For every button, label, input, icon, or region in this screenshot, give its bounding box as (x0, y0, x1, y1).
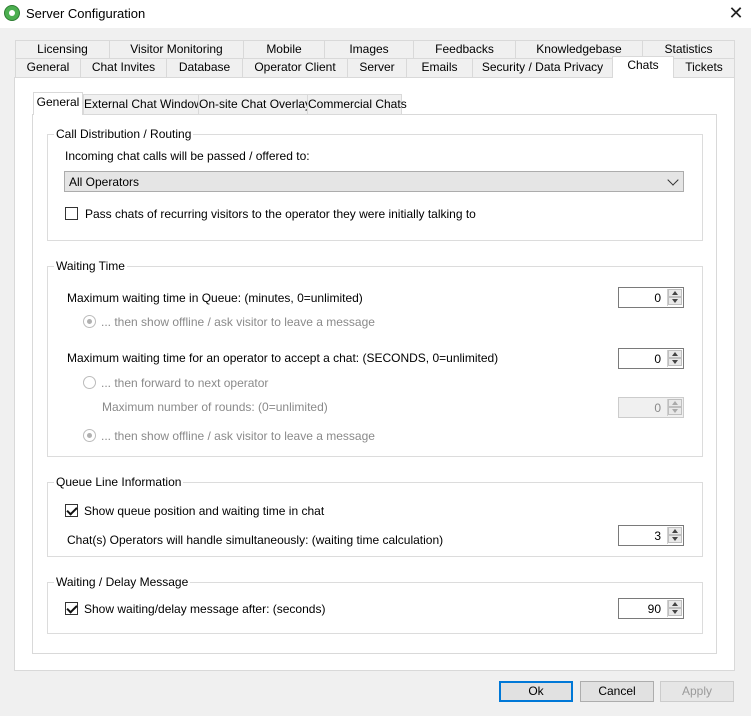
tab-feedbacks[interactable]: Feedbacks (413, 40, 516, 59)
tab-tickets[interactable]: Tickets (673, 58, 735, 77)
app-gear-icon (4, 5, 20, 21)
stepper-down-icon[interactable] (668, 535, 682, 543)
max-rounds-value: 0 (654, 401, 661, 415)
tab-general[interactable]: General (15, 58, 81, 77)
max-queue-time-label: Maximum waiting time in Queue: (minutes,… (67, 291, 363, 305)
stepper-up-icon[interactable] (668, 289, 682, 297)
tab-server[interactable]: Server (347, 58, 407, 77)
stepper-up-icon[interactable] (668, 350, 682, 358)
forward-operator-radio[interactable] (83, 376, 96, 389)
tab-mobile[interactable]: Mobile (243, 40, 325, 59)
show-queue-position-label: Show queue position and waiting time in … (84, 504, 325, 518)
tab-visitor-monitoring[interactable]: Visitor Monitoring (109, 40, 244, 59)
stepper-down-icon[interactable] (668, 297, 682, 305)
queue-offline-label: ... then show offline / ask visitor to l… (101, 315, 375, 329)
simultaneous-chats-value: 3 (654, 529, 661, 543)
accept-offline-radio[interactable] (83, 429, 96, 442)
title-bar: Server Configuration ✕ (0, 0, 751, 28)
call-distribution-title: Call Distribution / Routing (54, 127, 194, 141)
chevron-down-icon (667, 174, 679, 186)
accept-offline-label: ... then show offline / ask visitor to l… (101, 429, 375, 443)
ok-button[interactable]: Ok (499, 681, 573, 702)
tab-security-data-privacy[interactable]: Security / Data Privacy (472, 58, 613, 77)
simultaneous-chats-label: Chat(s) Operators will handle simultaneo… (67, 533, 444, 547)
forward-operator-label: ... then forward to next operator (101, 376, 269, 390)
tab-chat-invites[interactable]: Chat Invites (80, 58, 167, 77)
delay-seconds-value: 90 (647, 602, 661, 616)
queue-offline-radio[interactable] (83, 315, 96, 328)
max-rounds-stepper[interactable]: 0 (618, 397, 684, 418)
waiting-time-title: Waiting Time (54, 259, 127, 273)
inner-tab-general[interactable]: General (33, 92, 83, 115)
show-delay-message-label: Show waiting/delay message after: (secon… (84, 602, 326, 616)
simultaneous-chats-stepper[interactable]: 3 (618, 525, 684, 546)
tab-chats[interactable]: Chats (612, 56, 674, 78)
show-queue-position-checkbox[interactable] (65, 504, 78, 517)
inner-tab-commercial-chats[interactable]: Commercial Chats (307, 94, 407, 114)
max-accept-time-value: 0 (654, 352, 661, 366)
apply-button[interactable]: Apply (660, 681, 734, 702)
close-icon[interactable]: ✕ (721, 0, 751, 28)
tab-emails[interactable]: Emails (406, 58, 473, 77)
stepper-up-icon[interactable] (668, 527, 682, 535)
max-queue-time-stepper[interactable]: 0 (618, 287, 684, 308)
stepper-down-icon[interactable] (668, 407, 682, 415)
recurring-visitors-label: Pass chats of recurring visitors to the … (85, 207, 476, 221)
tab-licensing[interactable]: Licensing (15, 40, 110, 59)
recurring-visitors-checkbox[interactable] (65, 207, 78, 220)
window-title: Server Configuration (26, 6, 146, 21)
inner-tab-external-chat-window[interactable]: External Chat Window (83, 94, 203, 114)
stepper-down-icon[interactable] (668, 358, 682, 366)
max-accept-time-stepper[interactable]: 0 (618, 348, 684, 369)
incoming-calls-label: Incoming chat calls will be passed / off… (65, 149, 310, 163)
stepper-down-icon[interactable] (668, 608, 682, 616)
tab-operator-client[interactable]: Operator Client (242, 58, 348, 77)
stepper-up-icon[interactable] (668, 600, 682, 608)
delay-seconds-stepper[interactable]: 90 (618, 598, 684, 619)
queue-info-title: Queue Line Information (54, 475, 184, 489)
cancel-button[interactable]: Cancel (580, 681, 654, 702)
call-routing-select[interactable]: All Operators (64, 171, 684, 192)
max-rounds-label: Maximum number of rounds: (0=unlimited) (102, 400, 328, 414)
tab-images[interactable]: Images (324, 40, 414, 59)
call-routing-selected: All Operators (69, 175, 140, 189)
tab-database[interactable]: Database (166, 58, 243, 77)
inner-tab-onsite-chat-overlay[interactable]: On-site Chat Overlay (198, 94, 311, 114)
stepper-up-icon[interactable] (668, 399, 682, 407)
show-delay-message-checkbox[interactable] (65, 602, 78, 615)
max-accept-time-label: Maximum waiting time for an operator to … (67, 351, 499, 365)
delay-message-title: Waiting / Delay Message (54, 575, 191, 589)
max-queue-time-value: 0 (654, 291, 661, 305)
